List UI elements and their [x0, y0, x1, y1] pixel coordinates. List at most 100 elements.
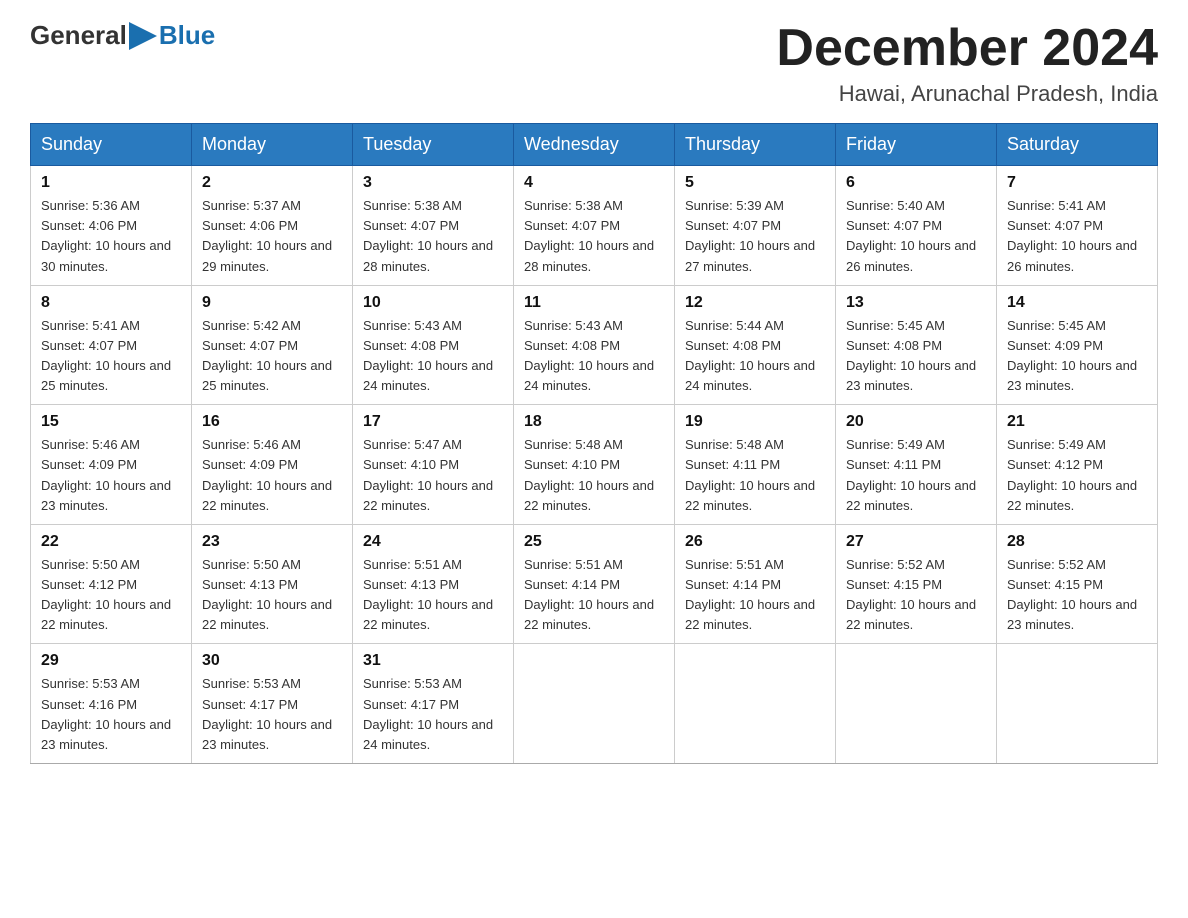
day-number: 22: [41, 533, 181, 551]
location-subtitle: Hawai, Arunachal Pradesh, India: [776, 81, 1158, 107]
day-number: 12: [685, 294, 825, 312]
calendar-header-row: SundayMondayTuesdayWednesdayThursdayFrid…: [31, 124, 1158, 166]
calendar-cell: [675, 644, 836, 764]
page-header: General Blue December 2024 Hawai, Arunac…: [30, 20, 1158, 107]
calendar-cell: 3 Sunrise: 5:38 AMSunset: 4:07 PMDayligh…: [353, 166, 514, 286]
day-info: Sunrise: 5:38 AMSunset: 4:07 PMDaylight:…: [524, 198, 654, 273]
weekday-header-thursday: Thursday: [675, 124, 836, 166]
calendar-cell: 11 Sunrise: 5:43 AMSunset: 4:08 PMDaylig…: [514, 285, 675, 405]
calendar-body: 1 Sunrise: 5:36 AMSunset: 4:06 PMDayligh…: [31, 166, 1158, 764]
day-number: 11: [524, 294, 664, 312]
weekday-header-tuesday: Tuesday: [353, 124, 514, 166]
day-info: Sunrise: 5:41 AMSunset: 4:07 PMDaylight:…: [1007, 198, 1137, 273]
calendar-cell: 8 Sunrise: 5:41 AMSunset: 4:07 PMDayligh…: [31, 285, 192, 405]
calendar-cell: 29 Sunrise: 5:53 AMSunset: 4:16 PMDaylig…: [31, 644, 192, 764]
day-info: Sunrise: 5:51 AMSunset: 4:13 PMDaylight:…: [363, 557, 493, 632]
day-info: Sunrise: 5:36 AMSunset: 4:06 PMDaylight:…: [41, 198, 171, 273]
day-number: 17: [363, 413, 503, 431]
calendar-cell: 26 Sunrise: 5:51 AMSunset: 4:14 PMDaylig…: [675, 524, 836, 644]
calendar-cell: 1 Sunrise: 5:36 AMSunset: 4:06 PMDayligh…: [31, 166, 192, 286]
logo-icon: [129, 22, 157, 50]
day-number: 9: [202, 294, 342, 312]
day-info: Sunrise: 5:47 AMSunset: 4:10 PMDaylight:…: [363, 437, 493, 512]
day-info: Sunrise: 5:43 AMSunset: 4:08 PMDaylight:…: [524, 318, 654, 393]
day-number: 6: [846, 174, 986, 192]
day-number: 27: [846, 533, 986, 551]
day-number: 10: [363, 294, 503, 312]
day-info: Sunrise: 5:50 AMSunset: 4:12 PMDaylight:…: [41, 557, 171, 632]
calendar-cell: 9 Sunrise: 5:42 AMSunset: 4:07 PMDayligh…: [192, 285, 353, 405]
day-info: Sunrise: 5:46 AMSunset: 4:09 PMDaylight:…: [41, 437, 171, 512]
day-info: Sunrise: 5:49 AMSunset: 4:12 PMDaylight:…: [1007, 437, 1137, 512]
day-info: Sunrise: 5:53 AMSunset: 4:16 PMDaylight:…: [41, 676, 171, 751]
calendar-cell: 10 Sunrise: 5:43 AMSunset: 4:08 PMDaylig…: [353, 285, 514, 405]
weekday-header-saturday: Saturday: [997, 124, 1158, 166]
day-info: Sunrise: 5:45 AMSunset: 4:08 PMDaylight:…: [846, 318, 976, 393]
calendar-cell: 2 Sunrise: 5:37 AMSunset: 4:06 PMDayligh…: [192, 166, 353, 286]
day-number: 31: [363, 652, 503, 670]
day-number: 16: [202, 413, 342, 431]
calendar-cell: 7 Sunrise: 5:41 AMSunset: 4:07 PMDayligh…: [997, 166, 1158, 286]
weekday-header-friday: Friday: [836, 124, 997, 166]
calendar-cell: 4 Sunrise: 5:38 AMSunset: 4:07 PMDayligh…: [514, 166, 675, 286]
day-info: Sunrise: 5:49 AMSunset: 4:11 PMDaylight:…: [846, 437, 976, 512]
calendar-week-row: 15 Sunrise: 5:46 AMSunset: 4:09 PMDaylig…: [31, 405, 1158, 525]
weekday-header-wednesday: Wednesday: [514, 124, 675, 166]
logo: General Blue: [30, 20, 215, 51]
day-info: Sunrise: 5:51 AMSunset: 4:14 PMDaylight:…: [524, 557, 654, 632]
day-number: 5: [685, 174, 825, 192]
day-info: Sunrise: 5:51 AMSunset: 4:14 PMDaylight:…: [685, 557, 815, 632]
day-number: 21: [1007, 413, 1147, 431]
day-number: 7: [1007, 174, 1147, 192]
calendar-cell: 27 Sunrise: 5:52 AMSunset: 4:15 PMDaylig…: [836, 524, 997, 644]
logo-blue: Blue: [159, 20, 215, 51]
day-info: Sunrise: 5:53 AMSunset: 4:17 PMDaylight:…: [363, 676, 493, 751]
day-info: Sunrise: 5:44 AMSunset: 4:08 PMDaylight:…: [685, 318, 815, 393]
calendar-cell: 25 Sunrise: 5:51 AMSunset: 4:14 PMDaylig…: [514, 524, 675, 644]
day-info: Sunrise: 5:53 AMSunset: 4:17 PMDaylight:…: [202, 676, 332, 751]
day-number: 18: [524, 413, 664, 431]
calendar-cell: 23 Sunrise: 5:50 AMSunset: 4:13 PMDaylig…: [192, 524, 353, 644]
calendar-week-row: 8 Sunrise: 5:41 AMSunset: 4:07 PMDayligh…: [31, 285, 1158, 405]
calendar-cell: 12 Sunrise: 5:44 AMSunset: 4:08 PMDaylig…: [675, 285, 836, 405]
day-number: 23: [202, 533, 342, 551]
calendar-cell: 28 Sunrise: 5:52 AMSunset: 4:15 PMDaylig…: [997, 524, 1158, 644]
day-number: 15: [41, 413, 181, 431]
calendar-cell: 13 Sunrise: 5:45 AMSunset: 4:08 PMDaylig…: [836, 285, 997, 405]
day-number: 26: [685, 533, 825, 551]
day-info: Sunrise: 5:42 AMSunset: 4:07 PMDaylight:…: [202, 318, 332, 393]
calendar-cell: 15 Sunrise: 5:46 AMSunset: 4:09 PMDaylig…: [31, 405, 192, 525]
calendar-week-row: 1 Sunrise: 5:36 AMSunset: 4:06 PMDayligh…: [31, 166, 1158, 286]
month-year-title: December 2024: [776, 20, 1158, 77]
day-info: Sunrise: 5:43 AMSunset: 4:08 PMDaylight:…: [363, 318, 493, 393]
day-number: 13: [846, 294, 986, 312]
calendar-cell: 16 Sunrise: 5:46 AMSunset: 4:09 PMDaylig…: [192, 405, 353, 525]
calendar-cell: 22 Sunrise: 5:50 AMSunset: 4:12 PMDaylig…: [31, 524, 192, 644]
day-number: 28: [1007, 533, 1147, 551]
calendar-cell: 5 Sunrise: 5:39 AMSunset: 4:07 PMDayligh…: [675, 166, 836, 286]
calendar-cell: [997, 644, 1158, 764]
day-info: Sunrise: 5:48 AMSunset: 4:11 PMDaylight:…: [685, 437, 815, 512]
day-number: 1: [41, 174, 181, 192]
day-info: Sunrise: 5:41 AMSunset: 4:07 PMDaylight:…: [41, 318, 171, 393]
day-number: 4: [524, 174, 664, 192]
day-info: Sunrise: 5:40 AMSunset: 4:07 PMDaylight:…: [846, 198, 976, 273]
day-info: Sunrise: 5:38 AMSunset: 4:07 PMDaylight:…: [363, 198, 493, 273]
day-number: 20: [846, 413, 986, 431]
calendar-cell: 30 Sunrise: 5:53 AMSunset: 4:17 PMDaylig…: [192, 644, 353, 764]
day-number: 24: [363, 533, 503, 551]
day-info: Sunrise: 5:52 AMSunset: 4:15 PMDaylight:…: [846, 557, 976, 632]
day-info: Sunrise: 5:39 AMSunset: 4:07 PMDaylight:…: [685, 198, 815, 273]
calendar-week-row: 29 Sunrise: 5:53 AMSunset: 4:16 PMDaylig…: [31, 644, 1158, 764]
calendar-cell: 24 Sunrise: 5:51 AMSunset: 4:13 PMDaylig…: [353, 524, 514, 644]
calendar-cell: 31 Sunrise: 5:53 AMSunset: 4:17 PMDaylig…: [353, 644, 514, 764]
day-number: 29: [41, 652, 181, 670]
calendar-cell: 14 Sunrise: 5:45 AMSunset: 4:09 PMDaylig…: [997, 285, 1158, 405]
day-info: Sunrise: 5:48 AMSunset: 4:10 PMDaylight:…: [524, 437, 654, 512]
calendar-week-row: 22 Sunrise: 5:50 AMSunset: 4:12 PMDaylig…: [31, 524, 1158, 644]
calendar-table: SundayMondayTuesdayWednesdayThursdayFrid…: [30, 123, 1158, 764]
calendar-cell: [514, 644, 675, 764]
day-number: 25: [524, 533, 664, 551]
day-info: Sunrise: 5:37 AMSunset: 4:06 PMDaylight:…: [202, 198, 332, 273]
calendar-cell: 6 Sunrise: 5:40 AMSunset: 4:07 PMDayligh…: [836, 166, 997, 286]
